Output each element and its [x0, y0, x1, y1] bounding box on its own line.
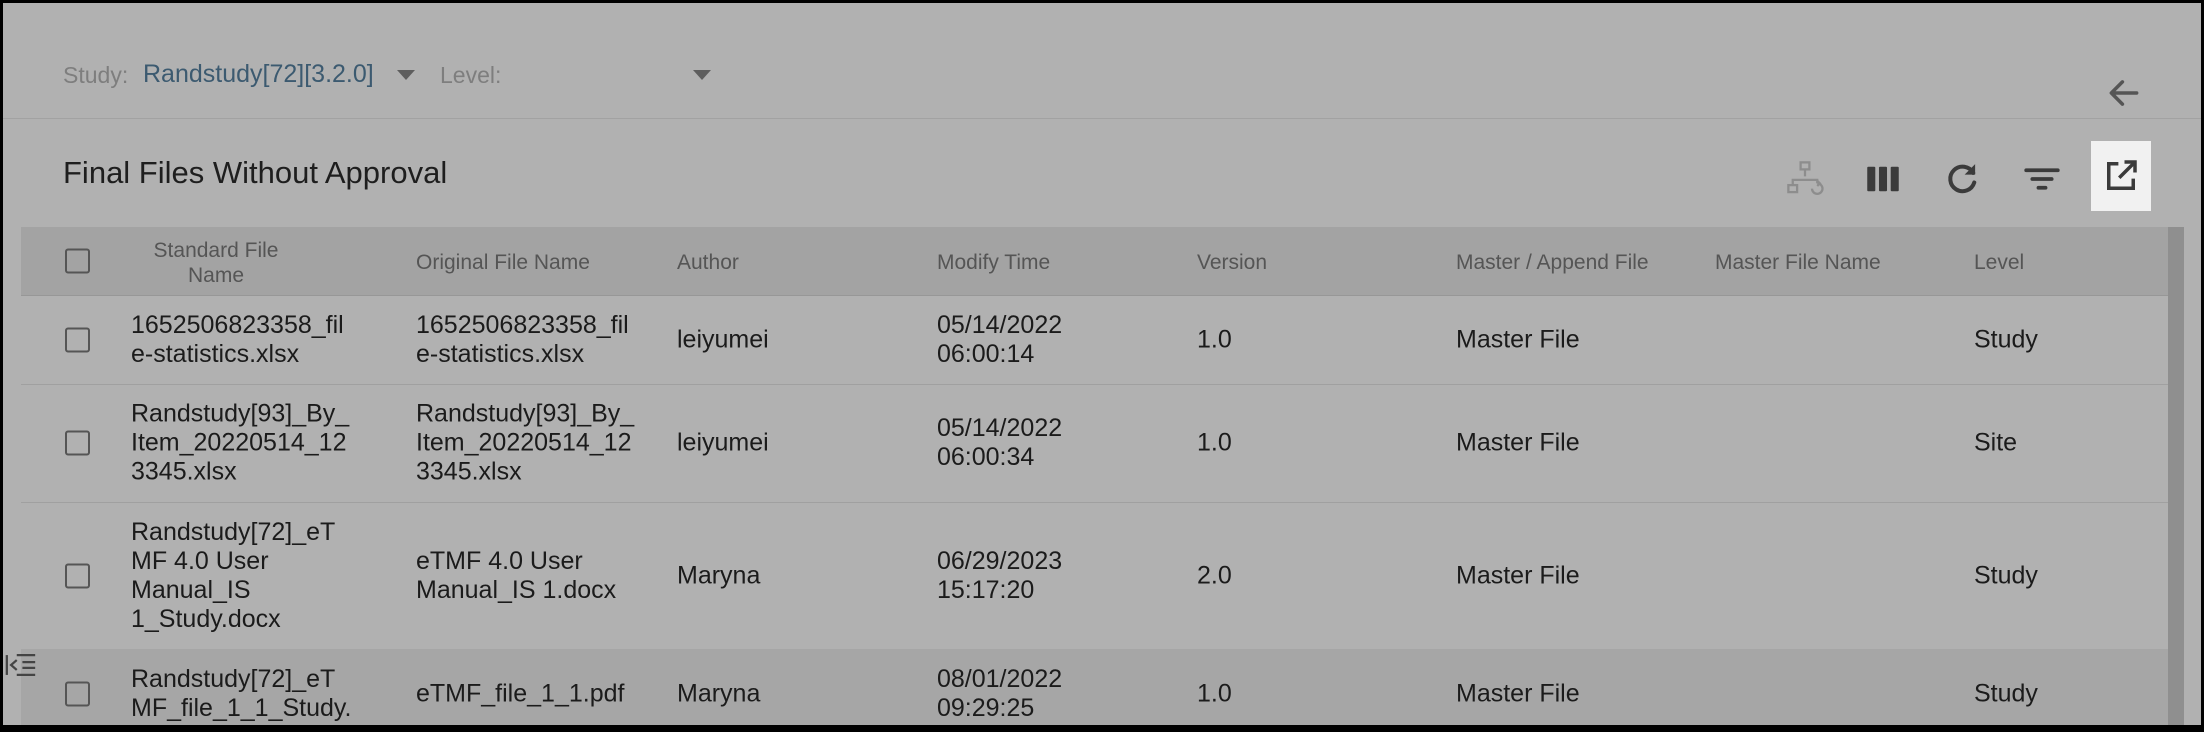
column-header-standard-file-name[interactable]: Standard File Name [131, 238, 301, 288]
back-arrow-icon[interactable] [2105, 74, 2143, 112]
filter-icon [2024, 168, 2060, 190]
table-row[interactable]: Randstudy[93]_By_ Item_20220514_12 3345.xl… [21, 384, 2168, 503]
workflow-icon [1787, 161, 1824, 195]
level-select-value[interactable] [513, 60, 683, 92]
cell-modify-time: 05/14/2022 06:00:14 [937, 311, 1063, 368]
study-label: Study: [63, 62, 129, 88]
column-header-master-append-file[interactable]: Master / Append File [1456, 250, 1649, 275]
table-row[interactable]: Randstudy[72]_eT MF 4.0 User Manual_IS 1_St… [21, 502, 2168, 650]
cell-level: Study [1974, 679, 2038, 708]
cell-standard-file-name: 1652506823358_fil e-statistics.xlsx [131, 311, 344, 368]
cell-level: Site [1974, 428, 2018, 457]
export-icon [2107, 160, 2137, 190]
cell-master-append-file: Master File [1456, 679, 1580, 708]
cell-modify-time: 05/14/2022 06:00:34 [937, 414, 1063, 471]
workflow-button[interactable] [1784, 158, 1826, 200]
cell-modify-time: 08/01/2022 09:29:25 [937, 665, 1063, 722]
collapse-sidebar-icon[interactable] [3, 648, 39, 682]
select-all-checkbox[interactable] [65, 248, 90, 274]
cell-level: Study [1974, 561, 2038, 589]
columns-button[interactable] [1862, 158, 1904, 200]
column-header-master-file-name[interactable]: Master File Name [1715, 250, 1881, 275]
page-title: Final Files Without Approval [63, 155, 448, 190]
column-header-original-file-name[interactable]: Original File Name [416, 250, 590, 275]
column-header-level[interactable]: Level [1974, 250, 2024, 275]
table-row[interactable]: Randstudy[72]_eT MF_file_1_1_Study. eTMF_f… [21, 649, 2168, 725]
cell-version: 1.0 [1197, 325, 1232, 354]
cell-version: 1.0 [1197, 679, 1232, 708]
filter-button[interactable] [2021, 158, 2063, 200]
row-checkbox[interactable] [65, 430, 90, 456]
row-checkbox[interactable] [65, 563, 90, 588]
cell-master-append-file: Master File [1456, 428, 1580, 457]
cell-author: leiyumei [677, 428, 769, 457]
cell-original-file-name: eTMF 4.0 User Manual_IS 1.docx [416, 546, 617, 604]
cell-author: Maryna [677, 679, 761, 708]
cell-original-file-name: 1652506823358_fil e-statistics.xlsx [416, 311, 629, 368]
cell-author: leiyumei [677, 325, 769, 354]
cell-version: 1.0 [1197, 428, 1232, 457]
table-header: Standard File Name Original File Name Au… [21, 227, 2168, 296]
level-label: Level: [440, 62, 502, 88]
refresh-button[interactable] [1941, 158, 1983, 200]
row-checkbox[interactable] [65, 681, 90, 707]
export-button[interactable] [2091, 141, 2151, 211]
files-table: Standard File Name Original File Name Au… [21, 227, 2168, 725]
column-header-modify-time[interactable]: Modify Time [937, 250, 1050, 275]
row-checkbox[interactable] [65, 327, 90, 353]
study-dropdown-icon[interactable] [397, 70, 415, 80]
columns-icon [1867, 166, 1899, 192]
filter-bar: Study: Randstudy[72][3.2.0] Level: [3, 30, 2201, 119]
level-dropdown-icon[interactable] [693, 70, 711, 80]
refresh-icon [1948, 164, 1977, 194]
cell-modify-time: 06/29/2023 15:17:20 [937, 546, 1063, 604]
cell-version: 2.0 [1197, 561, 1232, 589]
cell-level: Study [1974, 325, 2038, 354]
cell-standard-file-name: Randstudy[72]_eT MF 4.0 User Manual_IS 1_St… [131, 517, 336, 633]
cell-original-file-name: Randstudy[93]_By_ Item_20220514_12 3345.xl… [416, 399, 635, 486]
cell-standard-file-name: Randstudy[72]_eT MF_file_1_1_Study. [131, 665, 352, 722]
column-header-author[interactable]: Author [677, 250, 739, 275]
cell-author: Maryna [677, 561, 761, 589]
vertical-scrollbar[interactable] [2168, 227, 2184, 725]
cell-master-append-file: Master File [1456, 561, 1580, 589]
cell-standard-file-name: Randstudy[93]_By_ Item_20220514_12 3345.xl… [131, 399, 350, 486]
cell-original-file-name: eTMF_file_1_1.pdf [416, 679, 625, 708]
table-row[interactable]: 1652506823358_fil e-statistics.xlsx 165250… [21, 296, 2168, 385]
app-window: Study: Randstudy[72][3.2.0] Level: Final… [3, 3, 2201, 725]
column-header-version[interactable]: Version [1197, 250, 1267, 275]
cell-master-append-file: Master File [1456, 325, 1580, 354]
study-select-value[interactable]: Randstudy[72][3.2.0] [143, 60, 374, 89]
